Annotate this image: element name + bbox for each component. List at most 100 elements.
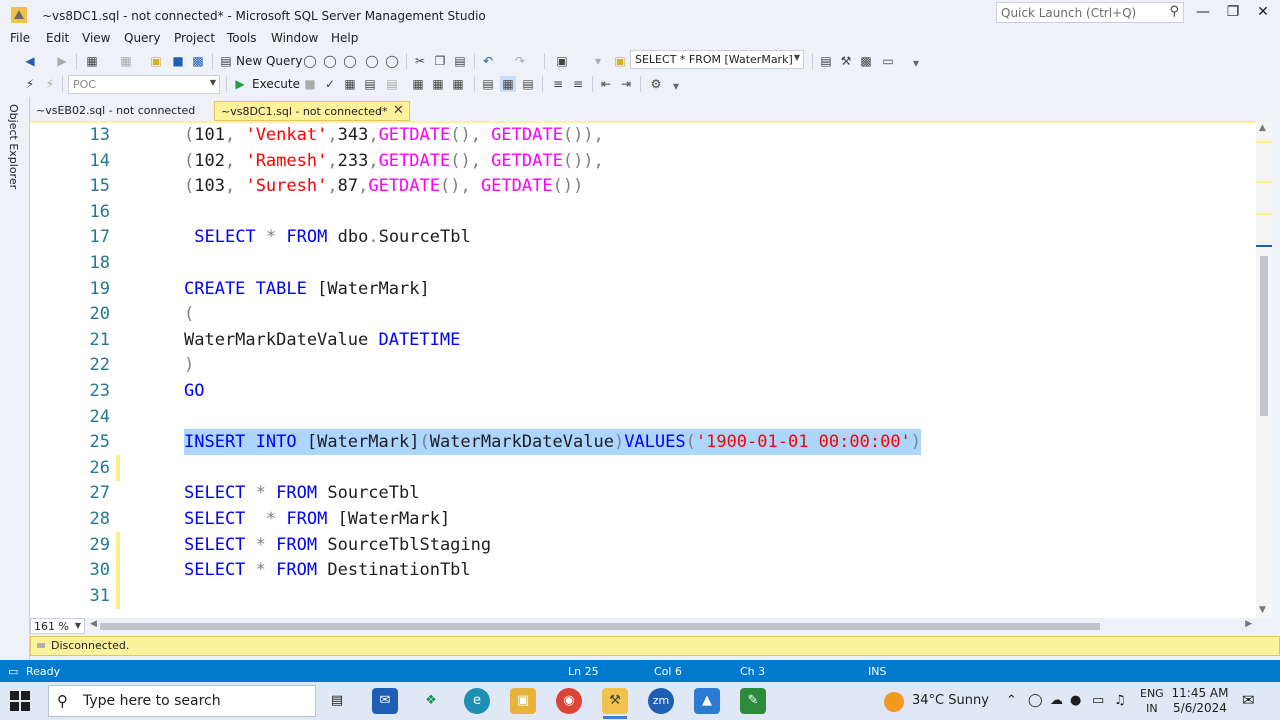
sql-editor[interactable]: 13 (101, 'Venkat',343,GETDATE(), GETDATE(…	[30, 121, 1256, 618]
menu-help[interactable]: Help	[331, 31, 358, 45]
ssms-taskbar-icon[interactable]: ⚒	[602, 688, 628, 714]
volume-icon[interactable]: ♫	[1114, 693, 1126, 708]
cut-icon[interactable]: ✂	[412, 53, 428, 69]
code-line[interactable]: 17 SELECT * FROM dbo.SourceTbl	[30, 224, 1256, 250]
connect-icon[interactable]: ⚡	[22, 76, 38, 92]
menu-file[interactable]: File	[10, 31, 30, 45]
forward-icon[interactable]: ▶	[54, 53, 70, 69]
comment-icon[interactable]: ≡	[550, 76, 566, 92]
new-query-button[interactable]: New Query	[236, 54, 302, 68]
meet-now-icon[interactable]: ◯	[1028, 693, 1043, 708]
network-icon[interactable]: ▭	[1092, 693, 1104, 708]
code-line[interactable]: 26	[30, 454, 1256, 481]
code-line[interactable]: 24	[30, 404, 1256, 430]
object-explorer-tab[interactable]: Object Explorer	[7, 104, 20, 189]
actual-plan-icon[interactable]: ▦	[410, 76, 426, 92]
specify-values-icon[interactable]: ⚙	[648, 76, 664, 92]
results-to-grid-icon[interactable]: ▦	[500, 76, 516, 92]
mail-icon[interactable]: ✉	[372, 688, 398, 714]
execute-icon[interactable]: ▶	[232, 76, 248, 92]
edge-icon[interactable]: e	[464, 688, 490, 714]
parse-check-icon[interactable]: ✓	[322, 76, 338, 92]
windows-start-icon[interactable]	[10, 691, 30, 711]
tab-vs8dc1[interactable]: ~vs8DC1.sql - not connected* ⚡ ✕	[214, 101, 410, 121]
client-stats-icon[interactable]: ▦	[450, 76, 466, 92]
code-line[interactable]: 27 SELECT * FROM SourceTbl	[30, 480, 1256, 506]
quick-launch-input[interactable]: Quick Launch (Ctrl+Q) ⚲	[996, 2, 1184, 23]
taskbar-clock[interactable]: 11:45 AM 5/6/2024	[1170, 686, 1230, 716]
code-line[interactable]: 21 WaterMarkDateValue DATETIME	[30, 327, 1256, 353]
live-stats-icon[interactable]: ▦	[430, 76, 446, 92]
minimize-button[interactable]: —	[1188, 4, 1218, 24]
vscode-icon[interactable]: ❖	[418, 688, 444, 714]
scrollbar-thumb[interactable]	[100, 623, 1100, 630]
code-line[interactable]: 19 CREATE TABLE [WaterMark]	[30, 276, 1256, 302]
solution-config-icon[interactable]: ▣	[554, 53, 570, 69]
weather-sun-icon[interactable]	[884, 692, 904, 712]
execute-button[interactable]: Execute	[252, 77, 300, 91]
back-icon[interactable]: ◀	[22, 53, 38, 69]
menu-tools[interactable]: Tools	[227, 31, 257, 45]
language-indicator[interactable]: ENG IN	[1140, 686, 1164, 716]
code-line[interactable]: 22)	[30, 352, 1256, 378]
code-line[interactable]: 23 GO	[30, 378, 1256, 404]
copy-icon[interactable]: ❐	[432, 53, 448, 69]
menu-window[interactable]: Window	[271, 31, 318, 45]
code-line[interactable]: 15 (103, 'Suresh',87,GETDATE(), GETDATE()…	[30, 173, 1256, 199]
chevron-up-icon[interactable]: ⌃	[1006, 693, 1017, 708]
code-line[interactable]: 25 INSERT INTO [WaterMark](WaterMarkDateV…	[30, 429, 1256, 456]
pin-icon[interactable]: ⚡	[377, 106, 383, 116]
menu-project[interactable]: Project	[174, 31, 215, 45]
menu-edit[interactable]: Edit	[46, 31, 69, 45]
toolbox-icon[interactable]: ▩	[858, 53, 874, 69]
find-combo[interactable]: SELECT * FROM [WaterMark] ▼	[630, 50, 804, 69]
command-window-icon[interactable]: ▭	[880, 53, 896, 69]
scrollbar-thumb[interactable]	[1260, 256, 1268, 416]
code-line[interactable]: 30 SELECT * FROM DestinationTbl	[30, 557, 1256, 584]
xmla-query-icon[interactable]: ◯	[342, 53, 358, 69]
notepad-icon[interactable]: ✎	[740, 688, 766, 714]
uncomment-icon[interactable]: ≡	[570, 76, 586, 92]
scroll-up-icon[interactable]: ▲	[1259, 123, 1266, 133]
new-query-icon[interactable]: ▤	[218, 53, 234, 69]
analysis-query-icon[interactable]: ◯	[384, 53, 400, 69]
paste-icon[interactable]: ▤	[452, 53, 468, 69]
toolbar-options-icon[interactable]: ▾	[668, 78, 684, 94]
code-line[interactable]: 31	[30, 582, 1256, 609]
vertical-scrollbar[interactable]: ▲ ▼	[1256, 121, 1272, 618]
query-options-icon[interactable]: ▤	[362, 76, 378, 92]
code-line[interactable]: 14 (102, 'Ramesh',233,GETDATE(), GETDATE(…	[30, 148, 1256, 174]
code-line[interactable]: 29 SELECT * FROM SourceTblStaging	[30, 531, 1256, 558]
close-window-button[interactable]: ✕	[1248, 4, 1278, 24]
file-explorer-icon[interactable]: ▣	[510, 688, 536, 714]
scroll-right-icon[interactable]: ▶	[1245, 619, 1252, 629]
weather-text[interactable]: 34°C Sunny	[912, 693, 989, 708]
tab-vseb02[interactable]: ~vsEB02.sql - not connected	[30, 101, 214, 121]
notifications-icon[interactable]: ✉	[1242, 691, 1255, 709]
results-to-text-icon[interactable]: ▤	[480, 76, 496, 92]
code-line[interactable]: 13 (101, 'Venkat',343,GETDATE(), GETDATE(…	[30, 123, 1256, 148]
close-icon[interactable]: ✕	[393, 103, 404, 118]
results-to-file-icon[interactable]: ▤	[520, 76, 536, 92]
code-line[interactable]: 20 (	[30, 301, 1256, 327]
restore-button[interactable]: ❐	[1218, 4, 1248, 24]
microphone-icon[interactable]: ●	[1070, 693, 1081, 708]
toolbar-options-icon[interactable]: ▾	[908, 55, 924, 71]
dropdown-icon[interactable]: ▾	[590, 53, 606, 69]
dmx-query-icon[interactable]: ◯	[322, 53, 338, 69]
mdx-query-icon[interactable]: ◯	[302, 53, 318, 69]
cancel-query-icon[interactable]: ■	[302, 76, 318, 92]
database-combo[interactable]: POC ▼	[68, 75, 220, 94]
undo-icon[interactable]: ↶	[480, 53, 496, 69]
photos-icon[interactable]: ▲	[694, 688, 720, 714]
zoom-app-icon[interactable]: zm	[648, 688, 674, 714]
task-view-icon[interactable]: ▤	[324, 688, 350, 714]
save-icon[interactable]: ■	[170, 53, 186, 69]
zoom-combo[interactable]: 161 % ▼	[30, 618, 85, 634]
taskbar-search-input[interactable]: ⚲ Type here to search	[48, 685, 316, 717]
add-item-icon[interactable]: ▦	[118, 53, 134, 69]
save-all-icon[interactable]: ▩	[190, 53, 206, 69]
cloud-icon[interactable]: ☁	[1050, 693, 1063, 708]
wrench-icon[interactable]: ⚒	[838, 53, 854, 69]
chrome-icon[interactable]: ◉	[556, 688, 582, 714]
